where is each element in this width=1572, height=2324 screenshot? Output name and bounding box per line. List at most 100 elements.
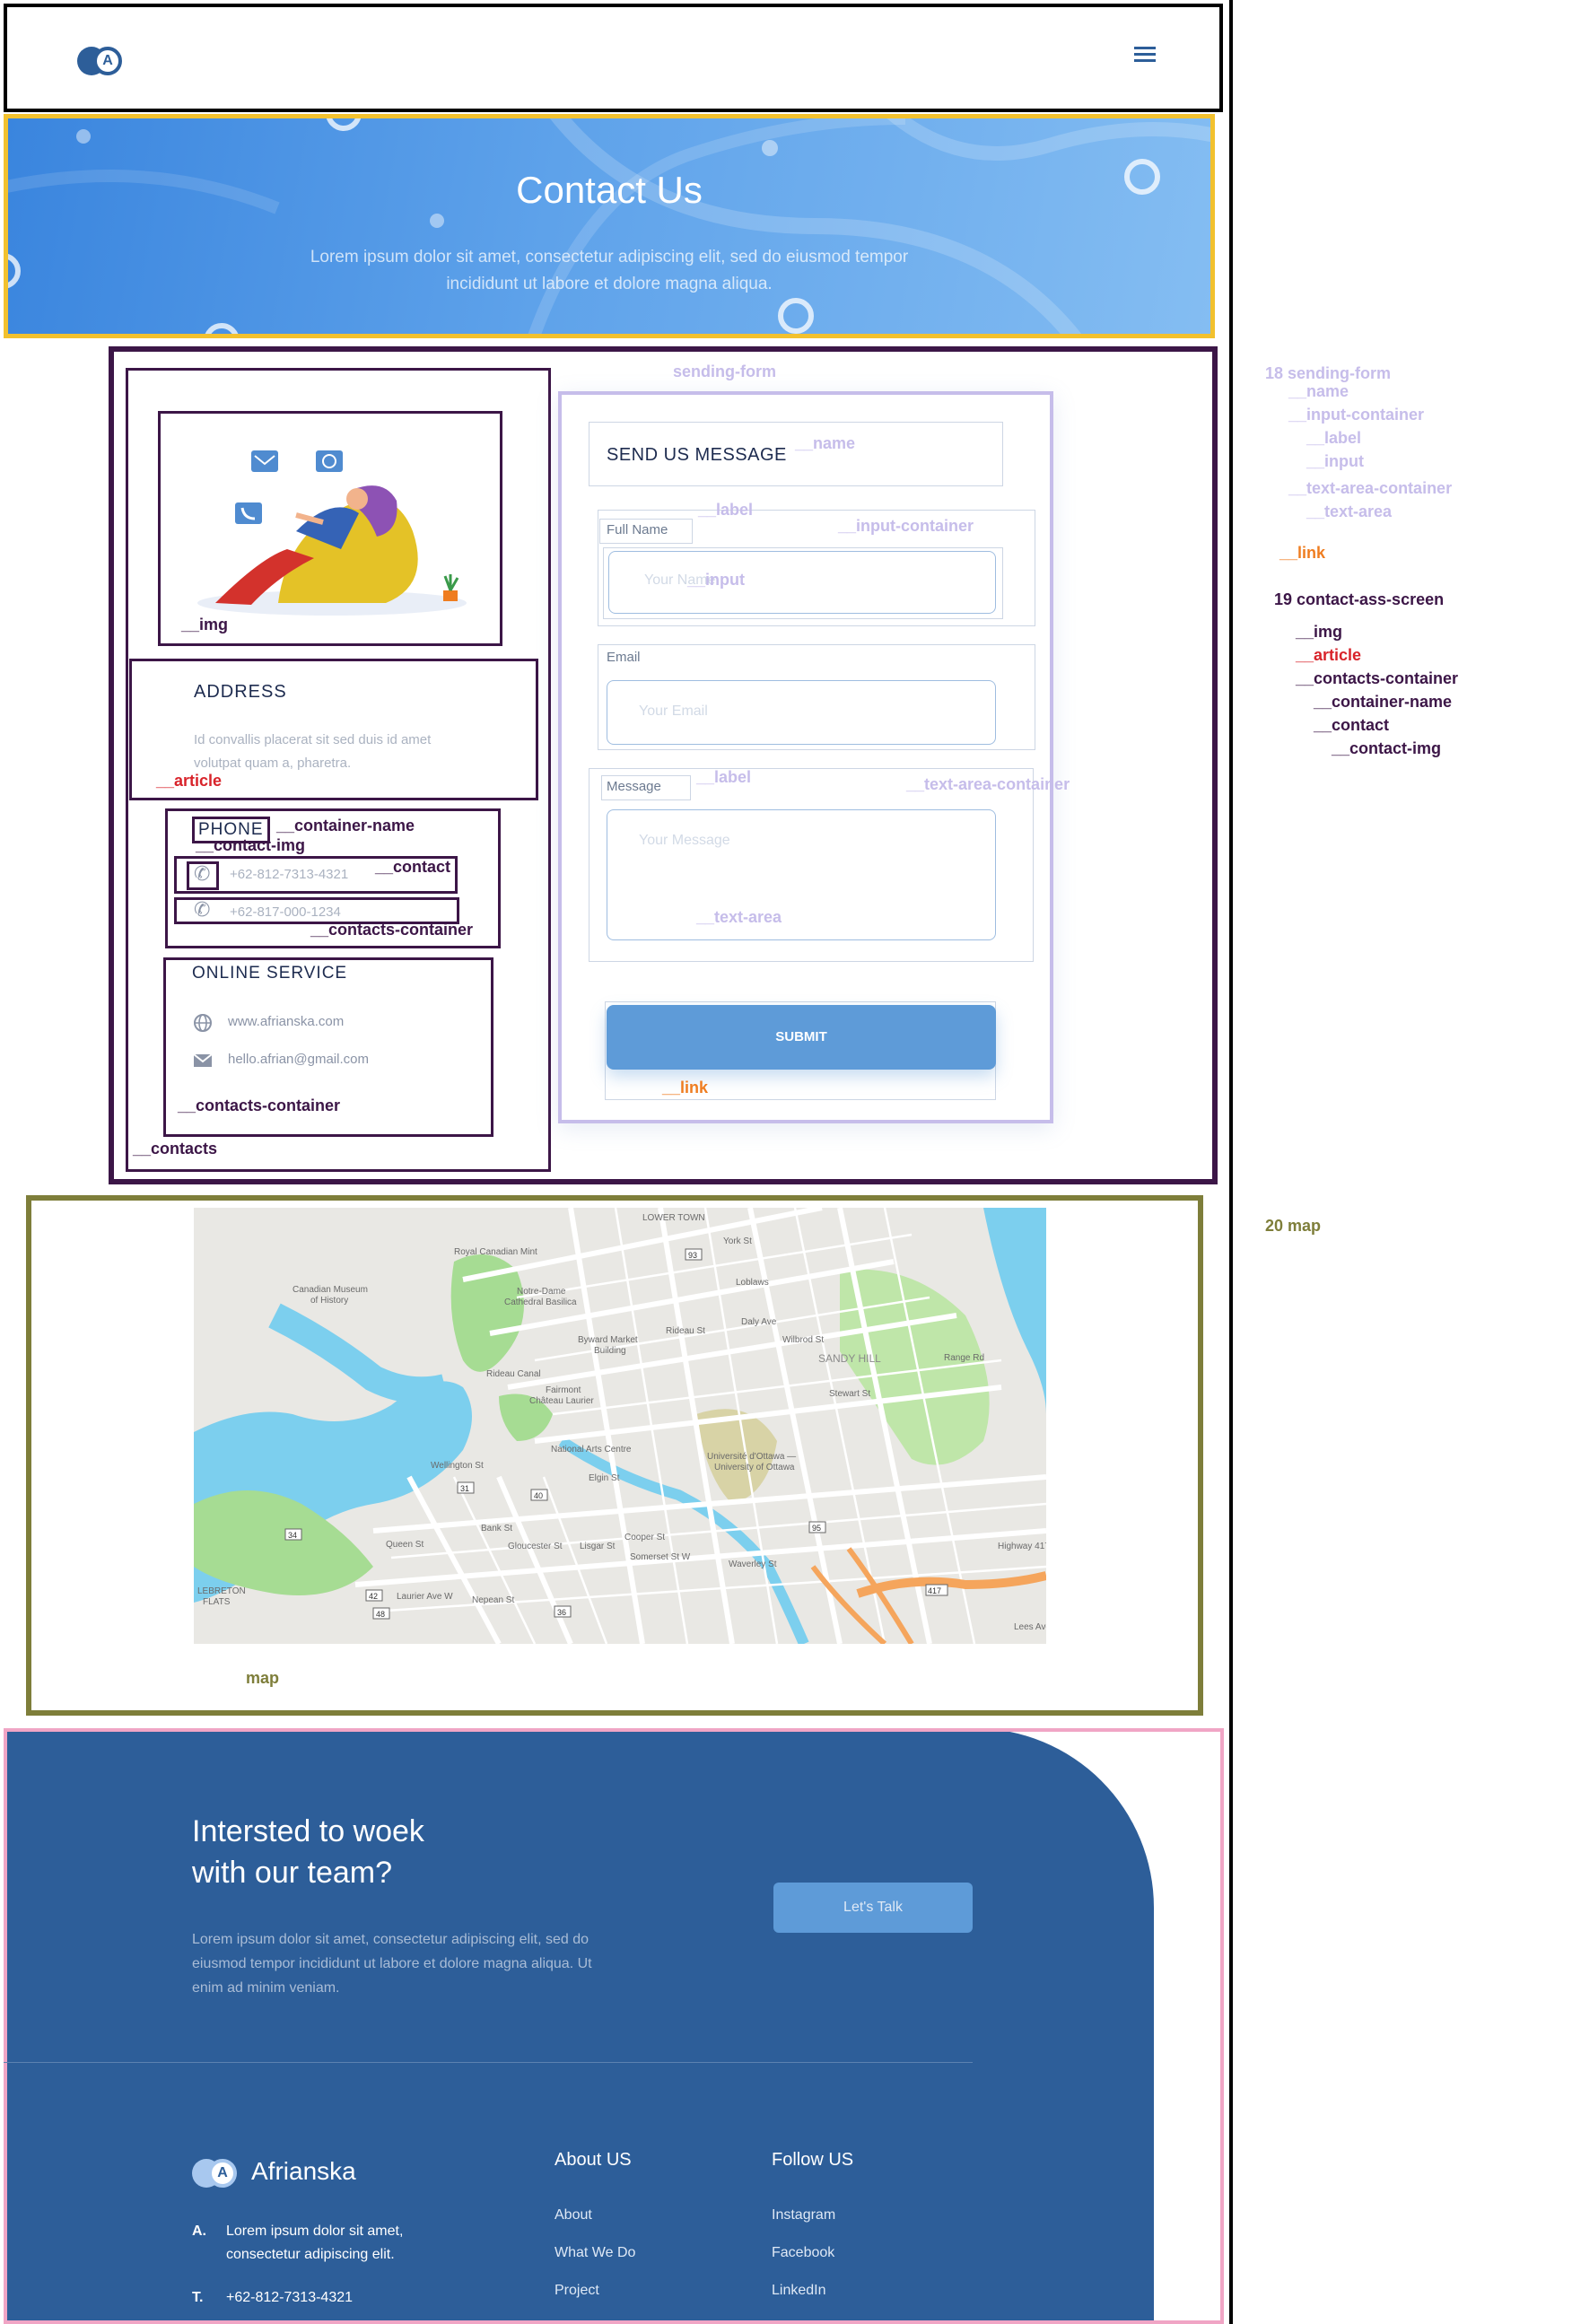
- site-footer: Intersted to woek with our team? Lorem i…: [4, 1728, 1224, 2324]
- about-link-what-we-do[interactable]: What We Do: [555, 2245, 635, 2261]
- annotation-contacts: __contacts: [133, 1140, 218, 1158]
- mail-icon: [193, 1053, 213, 1067]
- footer-address-line-1: Lorem ipsum dolor sit amet,: [226, 2224, 404, 2239]
- follow-link-facebook[interactable]: Facebook: [772, 2245, 834, 2261]
- svg-text:Rideau Canal: Rideau Canal: [486, 1369, 541, 1379]
- annotation-contact: __contact: [375, 858, 451, 876]
- svg-text:Wilbrod St: Wilbrod St: [782, 1335, 824, 1345]
- svg-text:42: 42: [369, 1592, 378, 1601]
- hamburger-menu-icon[interactable]: [1134, 47, 1156, 63]
- svg-text:of History: of History: [310, 1296, 348, 1306]
- follow-link-instagram[interactable]: Instagram: [772, 2207, 835, 2224]
- svg-text:University of Ottawa: University of Ottawa: [714, 1463, 795, 1472]
- legend-text-area-container: __text-area-container: [1288, 479, 1453, 497]
- svg-text:Building: Building: [594, 1346, 626, 1356]
- legend-sending-form: 18 sending-form: [1265, 364, 1392, 382]
- svg-text:95: 95: [812, 1524, 821, 1533]
- address-prefix: A.: [192, 2224, 206, 2239]
- page-title: Contact Us: [516, 169, 703, 211]
- legend-article: __article: [1296, 646, 1362, 664]
- annotation-contact-img: __contact-img: [196, 836, 306, 854]
- svg-text:Royal Canadian Mint: Royal Canadian Mint: [454, 1247, 537, 1257]
- legend-input: __input: [1306, 452, 1365, 470]
- website-link[interactable]: www.afrianska.com: [228, 1014, 344, 1029]
- cta-title-line-2: with our team?: [192, 1856, 392, 1890]
- follow-link-linkedin[interactable]: LinkedIn: [772, 2283, 826, 2299]
- message-textarea[interactable]: [607, 809, 996, 940]
- submit-button[interactable]: SUBMIT: [607, 1005, 996, 1070]
- legend-container-name: __container-name: [1314, 693, 1453, 711]
- annotation-input: __input: [687, 571, 746, 589]
- email-link[interactable]: hello.afrian@gmail.com: [228, 1052, 369, 1067]
- svg-text:34: 34: [288, 1531, 297, 1540]
- hero-banner: Contact Us Lorem ipsum dolor sit amet, c…: [4, 114, 1215, 338]
- svg-text:31: 31: [460, 1484, 469, 1493]
- phone-2[interactable]: +62-817-000-1234: [230, 904, 341, 920]
- legend-contact: __contact: [1314, 716, 1390, 734]
- address-text: Id convallis placerat sit sed duis id am…: [194, 732, 432, 771]
- globe-icon: [194, 1014, 212, 1032]
- map[interactable]: LOWER TOWN Royal Canadian Mint Canadian …: [194, 1208, 1046, 1644]
- page: A Contact Us Lorem ipsum dolor sit amet,…: [0, 0, 1572, 2324]
- annotation-label-2: __label: [696, 768, 752, 786]
- annotation-text-area-container: __text-area-container: [906, 775, 1070, 793]
- annotation-article: __article: [156, 772, 223, 790]
- cta-title-line-1: Intersted to woek: [192, 1814, 424, 1848]
- svg-text:Fairmont: Fairmont: [546, 1385, 581, 1395]
- footer-phone: +62-812-7313-4321: [226, 2290, 354, 2305]
- svg-text:Château Laurier: Château Laurier: [529, 1396, 594, 1406]
- legend-text-area: __text-area: [1306, 502, 1393, 520]
- svg-text:Laurier Ave W: Laurier Ave W: [397, 1592, 453, 1602]
- about-link-about[interactable]: About: [555, 2207, 592, 2224]
- svg-text:40: 40: [534, 1491, 543, 1500]
- logo[interactable]: A: [77, 43, 131, 79]
- email-placeholder: Your Email: [639, 703, 708, 719]
- annotation-text-area: __text-area: [696, 908, 782, 926]
- svg-text:417: 417: [928, 1586, 941, 1595]
- svg-text:York St: York St: [723, 1236, 752, 1246]
- legend-label: __label: [1306, 429, 1362, 447]
- annotation-name: __name: [795, 434, 856, 452]
- phone-1[interactable]: +62-812-7313-4321: [230, 867, 348, 882]
- logo-letter: A: [93, 47, 122, 75]
- svg-text:Waverley St: Waverley St: [729, 1560, 777, 1569]
- legend-contact-screen: 19 contact-ass-screen: [1274, 590, 1445, 608]
- svg-text:Range Rd: Range Rd: [944, 1353, 984, 1363]
- svg-text:LEBRETON: LEBRETON: [197, 1586, 246, 1596]
- svg-text:Notre-Dame: Notre-Dame: [517, 1287, 566, 1297]
- form-title: SEND US MESSAGE: [607, 445, 787, 465]
- legend-name: __name: [1288, 382, 1349, 400]
- svg-text:Cooper St: Cooper St: [624, 1533, 665, 1542]
- lets-talk-button[interactable]: Let's Talk: [773, 1883, 973, 1933]
- svg-text:Loblaws: Loblaws: [736, 1278, 769, 1288]
- svg-text:Cathedral Basilica: Cathedral Basilica: [504, 1297, 577, 1307]
- svg-text:Rideau St: Rideau St: [666, 1326, 705, 1336]
- svg-text:Highway 417: Highway 417: [998, 1542, 1046, 1551]
- footer-logo[interactable]: A: [192, 2157, 242, 2189]
- svg-text:FLATS: FLATS: [203, 1597, 231, 1607]
- svg-text:Queen St: Queen St: [386, 1540, 424, 1550]
- svg-text:Lisgar St: Lisgar St: [580, 1542, 616, 1551]
- phone-icon-2: ✆: [194, 899, 211, 922]
- follow-title: Follow US: [772, 2150, 854, 2170]
- cta-text: Lorem ipsum dolor sit amet, consectetur …: [192, 1932, 592, 1996]
- legend-link: __link: [1279, 544, 1326, 562]
- annotation-label: __label: [698, 501, 754, 519]
- svg-text:Stewart St: Stewart St: [829, 1389, 870, 1399]
- legend-img: __img: [1296, 623, 1343, 641]
- email-label: Email: [607, 650, 641, 665]
- address-title: ADDRESS: [194, 682, 287, 702]
- svg-text:Bank St: Bank St: [481, 1524, 512, 1533]
- about-link-project[interactable]: Project: [555, 2283, 599, 2299]
- svg-text:Wellington St: Wellington St: [431, 1461, 484, 1471]
- about-title: About US: [555, 2150, 632, 2170]
- annotation-link: __link: [662, 1079, 709, 1096]
- legend-map: 20 map: [1265, 1217, 1322, 1235]
- footer-divider: [4, 2062, 973, 2063]
- hero-subtitle: Lorem ipsum dolor sit amet, consectetur …: [310, 248, 909, 293]
- footer-brand: Afrianska: [251, 2157, 356, 2185]
- legend-contact-img: __contact-img: [1332, 739, 1442, 757]
- message-label: Message: [607, 779, 661, 794]
- footer-address-line-2: consectetur adipiscing elit.: [226, 2247, 395, 2262]
- svg-text:Nepean St: Nepean St: [472, 1595, 514, 1605]
